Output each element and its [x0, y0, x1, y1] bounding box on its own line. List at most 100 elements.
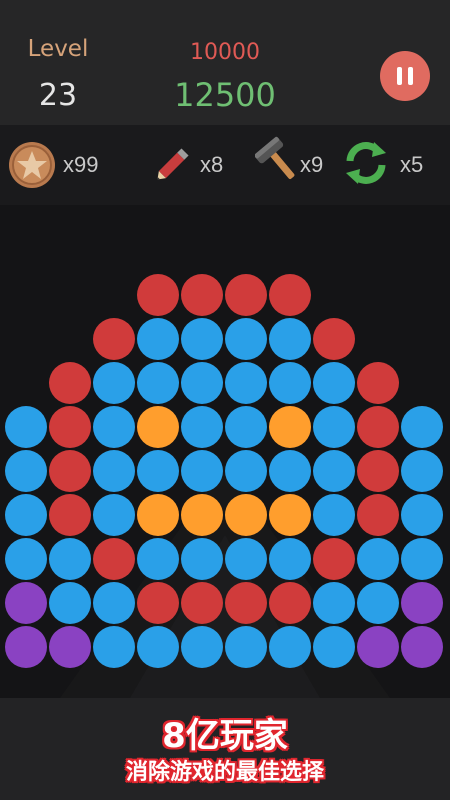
hammer-count: x9: [300, 152, 324, 177]
red-ball[interactable]: [137, 582, 179, 624]
blue-ball[interactable]: [225, 626, 267, 668]
red-ball[interactable]: [49, 406, 91, 448]
red-ball[interactable]: [93, 538, 135, 580]
blue-ball[interactable]: [93, 626, 135, 668]
blue-ball[interactable]: [93, 450, 135, 492]
blue-ball[interactable]: [225, 406, 267, 448]
blue-ball[interactable]: [269, 318, 311, 360]
blue-ball[interactable]: [5, 538, 47, 580]
purple-ball[interactable]: [49, 626, 91, 668]
blue-ball[interactable]: [181, 626, 223, 668]
blue-ball[interactable]: [357, 582, 399, 624]
red-ball[interactable]: [357, 362, 399, 404]
red-ball[interactable]: [225, 582, 267, 624]
blue-ball[interactable]: [181, 538, 223, 580]
blue-ball[interactable]: [313, 406, 355, 448]
pause-button[interactable]: [380, 51, 430, 101]
powerup-bar: x99 x8 x9 x5: [0, 125, 450, 205]
blue-ball[interactable]: [93, 362, 135, 404]
blue-ball[interactable]: [401, 450, 443, 492]
hammer-icon: [255, 136, 295, 179]
powerup-pencil[interactable]: x8: [150, 145, 230, 187]
blue-ball[interactable]: [225, 362, 267, 404]
top-bar: Level 23 10000 12500: [0, 0, 450, 125]
blue-ball[interactable]: [137, 450, 179, 492]
level-label: Level: [27, 36, 89, 62]
promo-title: 8亿玩家: [162, 716, 288, 756]
orange-ball[interactable]: [269, 494, 311, 536]
blue-ball[interactable]: [181, 318, 223, 360]
red-ball[interactable]: [313, 318, 355, 360]
blue-ball[interactable]: [401, 406, 443, 448]
blue-ball[interactable]: [313, 450, 355, 492]
orange-ball[interactable]: [181, 494, 223, 536]
powerup-refresh[interactable]: x5: [340, 142, 435, 187]
blue-ball[interactable]: [137, 538, 179, 580]
blue-ball[interactable]: [225, 538, 267, 580]
refresh-icon: [346, 142, 386, 184]
blue-ball[interactable]: [137, 626, 179, 668]
purple-ball[interactable]: [5, 626, 47, 668]
purple-ball[interactable]: [5, 582, 47, 624]
blue-ball[interactable]: [49, 538, 91, 580]
powerup-hammer[interactable]: x9: [255, 136, 335, 187]
red-ball[interactable]: [269, 274, 311, 316]
pause-icon-bar: [408, 67, 413, 85]
orange-ball[interactable]: [137, 406, 179, 448]
blue-ball[interactable]: [401, 538, 443, 580]
blue-ball[interactable]: [269, 626, 311, 668]
orange-ball[interactable]: [269, 406, 311, 448]
game-board: [0, 205, 450, 698]
blue-ball[interactable]: [137, 362, 179, 404]
orange-ball[interactable]: [225, 494, 267, 536]
blue-ball[interactable]: [93, 406, 135, 448]
purple-ball[interactable]: [401, 582, 443, 624]
blue-ball[interactable]: [5, 494, 47, 536]
blue-ball[interactable]: [313, 626, 355, 668]
promo-subtitle: 消除游戏的最佳选择: [125, 760, 324, 785]
blue-ball[interactable]: [181, 362, 223, 404]
blue-ball[interactable]: [313, 582, 355, 624]
blue-ball[interactable]: [93, 582, 135, 624]
blue-ball[interactable]: [5, 450, 47, 492]
red-ball[interactable]: [181, 582, 223, 624]
blue-ball[interactable]: [269, 450, 311, 492]
blue-ball[interactable]: [93, 494, 135, 536]
pencil-count: x8: [200, 152, 224, 177]
red-ball[interactable]: [357, 450, 399, 492]
blue-ball[interactable]: [225, 450, 267, 492]
blue-ball[interactable]: [181, 406, 223, 448]
blue-ball[interactable]: [313, 362, 355, 404]
refresh-count: x5: [400, 152, 424, 177]
red-ball[interactable]: [225, 274, 267, 316]
star-coin-count: x99: [63, 152, 99, 177]
red-ball[interactable]: [49, 362, 91, 404]
red-ball[interactable]: [269, 582, 311, 624]
purple-ball[interactable]: [401, 626, 443, 668]
powerup-star-coin[interactable]: x99: [8, 142, 108, 188]
target-score: 10000: [190, 40, 260, 65]
red-ball[interactable]: [49, 494, 91, 536]
blue-ball[interactable]: [49, 582, 91, 624]
red-ball[interactable]: [181, 274, 223, 316]
blue-ball[interactable]: [401, 494, 443, 536]
blue-ball[interactable]: [181, 450, 223, 492]
level-number: 23: [38, 78, 78, 113]
blue-ball[interactable]: [269, 362, 311, 404]
purple-ball[interactable]: [357, 626, 399, 668]
blue-ball[interactable]: [5, 406, 47, 448]
red-ball[interactable]: [313, 538, 355, 580]
star-coin-icon: [9, 142, 55, 188]
red-ball[interactable]: [49, 450, 91, 492]
blue-ball[interactable]: [137, 318, 179, 360]
red-ball[interactable]: [357, 494, 399, 536]
red-ball[interactable]: [357, 406, 399, 448]
pause-icon: [397, 67, 402, 85]
blue-ball[interactable]: [357, 538, 399, 580]
blue-ball[interactable]: [313, 494, 355, 536]
red-ball[interactable]: [137, 274, 179, 316]
orange-ball[interactable]: [137, 494, 179, 536]
blue-ball[interactable]: [269, 538, 311, 580]
red-ball[interactable]: [93, 318, 135, 360]
blue-ball[interactable]: [225, 318, 267, 360]
